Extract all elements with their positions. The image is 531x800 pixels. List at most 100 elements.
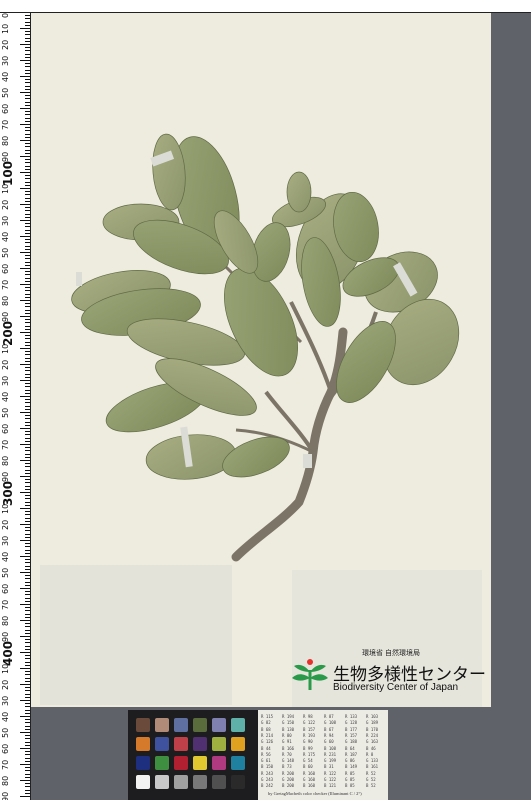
ruler-minor-label: 60 — [1, 583, 10, 594]
ruler-tick — [20, 460, 30, 461]
color-swatch — [174, 737, 188, 751]
color-table-cell: G 61 — [261, 758, 271, 764]
ruler-tick — [25, 309, 30, 311]
ruler-tick — [25, 34, 30, 36]
ruler-minor-label: 30 — [1, 695, 10, 706]
color-table-cell: R 187 — [345, 751, 358, 757]
ruler-tick — [25, 351, 30, 353]
ruler-tick — [25, 738, 30, 740]
ruler-tick — [25, 642, 30, 644]
institution-logo: 環境省 自然環境局 生物多様性センター Biodiversity Center … — [290, 648, 490, 700]
ruler-tick — [25, 757, 30, 759]
ruler-major-label: 200 — [1, 320, 15, 346]
ruler-tick — [25, 88, 30, 90]
ruler-tick — [25, 223, 30, 225]
ruler-tick — [25, 226, 30, 228]
ruler-major-label: 400 — [1, 640, 15, 666]
color-value-table: by GretagMacbeth color checker (Illumina… — [258, 710, 388, 800]
leaves — [71, 133, 460, 480]
color-table-cell: G 91 — [282, 739, 292, 745]
ruler-tick — [25, 437, 30, 439]
ruler-tick — [25, 258, 30, 260]
ruler-tick — [25, 562, 30, 564]
color-checker-chart — [128, 710, 258, 800]
ruler-tick — [25, 575, 30, 577]
ruler-tick — [25, 453, 30, 455]
ruler-minor-label: 60 — [1, 263, 10, 274]
ruler-tick — [25, 162, 30, 164]
ruler-tick — [25, 466, 30, 468]
ruler-minor-label: 70 — [1, 599, 10, 610]
color-swatch — [212, 737, 226, 751]
ruler-tick — [25, 24, 30, 26]
ruler-tick — [25, 770, 30, 772]
ruler-tick — [25, 648, 30, 650]
ruler-tick — [25, 402, 30, 404]
ruler-tick — [25, 37, 30, 39]
color-table-cell: G 199 — [324, 758, 337, 764]
ruler-tick — [25, 98, 30, 100]
ruler-minor-label: 20 — [1, 39, 10, 50]
ruler-minor-label: 40 — [1, 711, 10, 722]
ruler-minor-label: 90 — [1, 791, 10, 800]
ruler-tick — [25, 312, 30, 314]
ruler-tick — [25, 568, 30, 570]
ruler-tick — [20, 348, 30, 349]
ruler-tick — [25, 360, 30, 362]
ruler-tick — [25, 424, 30, 426]
color-table-cell: G 54 — [303, 758, 313, 764]
ruler-tick — [25, 728, 30, 730]
color-table-cell: R 231 — [324, 751, 337, 757]
ruler-tick — [25, 341, 30, 343]
ruler-minor-label: 20 — [1, 199, 10, 210]
color-table-cell: R 98 — [303, 714, 313, 719]
ruler-tick — [25, 79, 30, 81]
ruler-tick — [25, 680, 30, 682]
ruler-minor-label: 40 — [1, 391, 10, 402]
ruler-tick — [25, 207, 30, 209]
ruler-tick — [25, 264, 30, 266]
color-table-cell: B 200 — [282, 783, 295, 789]
ruler-minor-label: 70 — [1, 119, 10, 130]
ruler-tick — [25, 671, 30, 673]
color-table-cell: G 90 — [303, 739, 313, 745]
ruler-tick — [20, 508, 30, 509]
ruler-tick — [25, 245, 30, 247]
ruler-tick — [25, 584, 30, 586]
ruler-tick — [25, 40, 30, 42]
color-table-cell: G 52 — [366, 777, 376, 782]
ruler-tick — [25, 386, 30, 388]
color-table-cell: G 122 — [303, 720, 316, 726]
ruler-minor-label: 40 — [1, 71, 10, 82]
ruler-tick — [25, 111, 30, 113]
ruler-tick — [25, 127, 30, 129]
ruler-tick — [25, 495, 30, 497]
ruler-minor-label: 50 — [1, 727, 10, 738]
ruler-tick — [25, 594, 30, 596]
ruler-tick — [25, 488, 30, 490]
ruler-tick — [25, 184, 30, 186]
color-swatch — [193, 718, 207, 732]
ruler-tick — [25, 53, 30, 55]
ruler-tick — [20, 332, 30, 333]
ruler-tick — [25, 389, 30, 391]
ruler-tick — [25, 613, 30, 615]
ruler-minor-label: 40 — [1, 551, 10, 562]
ruler-tick — [25, 760, 30, 762]
color-table-cell: B 73 — [282, 764, 292, 770]
ruler-tick — [20, 588, 30, 589]
ruler-tick — [25, 50, 30, 52]
ruler-minor-label: 10 — [1, 23, 10, 34]
ruler-tick — [25, 178, 30, 180]
ruler-tick — [20, 700, 30, 701]
ruler-tick — [25, 18, 30, 20]
color-table-cell: B 68 — [261, 726, 271, 732]
ruler-minor-label: 50 — [1, 567, 10, 578]
color-swatch — [212, 756, 226, 770]
ruler-tick — [25, 335, 30, 337]
ruler-tick — [25, 290, 30, 292]
color-table-caption: by GretagMacbeth color checker (Illumina… — [268, 791, 362, 796]
ruler-minor-label: 30 — [1, 55, 10, 66]
ruler-tick — [25, 152, 30, 154]
ruler-minor-label: 10 — [1, 183, 10, 194]
